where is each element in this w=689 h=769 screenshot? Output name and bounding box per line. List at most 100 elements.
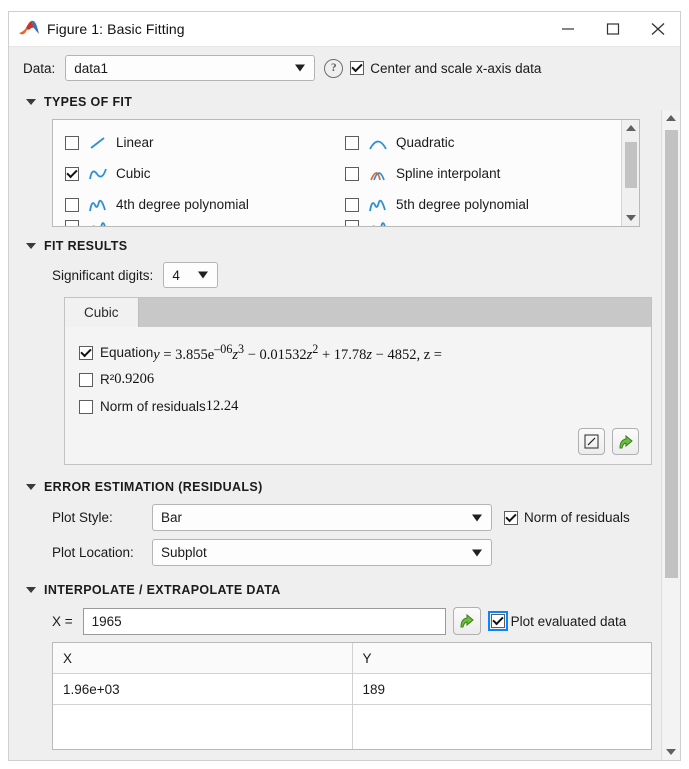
fit-option-partial-left-label — [116, 220, 120, 227]
fit-list-scroll-thumb[interactable] — [625, 142, 637, 188]
collapse-triangle-icon — [26, 587, 36, 593]
fit-results-title: FIT RESULTS — [44, 239, 127, 253]
fit-results-tabstrip: Cubic — [65, 298, 651, 327]
fit-option-spline-label: Spline interpolant — [396, 166, 500, 181]
x-input-value: 1965 — [92, 614, 122, 629]
main-scroll-thumb[interactable] — [665, 130, 678, 578]
fit-results-actions — [65, 426, 651, 464]
poly5-fit-icon — [367, 197, 389, 213]
close-icon — [650, 22, 666, 36]
export-fit-button[interactable] — [612, 428, 639, 455]
plot-location-row: Plot Location: Subplot — [9, 535, 680, 570]
significant-digits-label: Significant digits: — [52, 268, 153, 283]
plot-evaluated-checkbox-box — [491, 614, 505, 628]
scroll-up-icon — [626, 125, 636, 131]
help-question-icon[interactable]: ? — [324, 59, 343, 78]
r2-checkbox[interactable] — [79, 373, 93, 387]
result-row-equation: Equation y = 3.855e–06z3 − 0.01532z2 + 1… — [79, 339, 651, 366]
plot-style-row: Plot Style: Bar Norm of residuals — [9, 500, 680, 535]
result-row-norm: Norm of residuals 12.24 — [79, 393, 651, 420]
norm-residuals-checkbox[interactable]: Norm of residuals — [504, 510, 630, 525]
poly4-fit-icon — [87, 197, 109, 213]
fit-option-poly5[interactable]: 5th degree polynomial — [345, 189, 639, 220]
equation-label: Equation — [100, 345, 153, 360]
fit-option-quadratic[interactable]: Quadratic — [345, 127, 639, 158]
chevron-down-icon — [198, 272, 208, 279]
scroll-down-icon — [626, 215, 636, 221]
collapse-triangle-icon — [26, 99, 36, 105]
collapse-triangle-icon — [26, 243, 36, 249]
poly7-fit-icon — [367, 220, 389, 227]
table-row-empty[interactable] — [53, 705, 651, 749]
title-bar: Figure 1: Basic Fitting — [9, 12, 680, 47]
table-cell-empty-x — [53, 705, 353, 749]
main-scroll-down-button[interactable] — [662, 744, 680, 760]
table-header-y: Y — [353, 643, 652, 674]
norm-residuals-label: Norm of residuals — [524, 510, 630, 525]
evaluate-button[interactable] — [453, 607, 481, 635]
center-scale-label: Center and scale x-axis data — [370, 61, 541, 76]
plot-evaluated-checkbox[interactable]: Plot evaluated data — [491, 614, 627, 629]
table-cell-empty-y — [353, 705, 652, 749]
plot-style-select[interactable]: Bar — [152, 504, 492, 531]
fit-option-poly5-label: 5th degree polynomial — [396, 197, 529, 212]
fit-option-poly4[interactable]: 4th degree polynomial — [65, 189, 345, 220]
basic-fitting-window: Figure 1: Basic Fitting Data: data1 ? Ce… — [8, 11, 681, 761]
table-header-row: X Y — [53, 643, 651, 674]
scroll-up-icon — [666, 115, 676, 121]
main-scroll-up-button[interactable] — [662, 110, 680, 126]
data-select[interactable]: data1 — [65, 55, 315, 81]
spline-fit-icon — [367, 166, 389, 182]
fit-option-cubic[interactable]: Cubic — [65, 158, 345, 189]
window-controls — [545, 12, 680, 46]
data-row: Data: data1 ? Center and scale x-axis da… — [9, 47, 680, 89]
fit-options-grid: Linear Quadratic Cubic Spline interpolan… — [53, 120, 639, 227]
fit-option-cubic-checkbox — [65, 167, 79, 181]
fit-option-partial-left[interactable] — [65, 220, 345, 227]
types-of-fit-list: Linear Quadratic Cubic Spline interpolan… — [52, 119, 640, 227]
norm-checkbox[interactable] — [79, 400, 93, 414]
interpolate-header[interactable]: INTERPOLATE / EXTRAPOLATE DATA — [9, 577, 680, 603]
fit-option-partial-right[interactable] — [345, 220, 639, 227]
matlab-membrane-icon — [18, 20, 40, 38]
plot-location-select[interactable]: Subplot — [152, 539, 492, 566]
fit-option-linear[interactable]: Linear — [65, 127, 345, 158]
maximize-button[interactable] — [590, 12, 635, 46]
fit-list-scroll-up-button[interactable] — [622, 120, 639, 136]
r2-value-wrap: 0.9206 — [114, 371, 486, 388]
collapse-triangle-icon — [26, 484, 36, 490]
fit-option-poly4-label: 4th degree polynomial — [116, 197, 249, 212]
fit-option-linear-label: Linear — [116, 135, 154, 150]
significant-digits-select[interactable]: 4 — [163, 262, 218, 288]
evaluated-data-table: X Y 1.96e+03 189 — [52, 642, 652, 750]
chevron-down-icon — [295, 65, 305, 72]
fit-option-poly4-checkbox — [65, 198, 79, 212]
fit-option-quadratic-checkbox — [345, 136, 359, 150]
tab-cubic[interactable]: Cubic — [65, 298, 139, 327]
fit-option-spline[interactable]: Spline interpolant — [345, 158, 639, 189]
fit-results-header[interactable]: FIT RESULTS — [9, 233, 680, 259]
types-of-fit-header[interactable]: TYPES OF FIT — [9, 89, 680, 115]
fit-list-scroll-down-button[interactable] — [622, 210, 639, 226]
close-button[interactable] — [635, 12, 680, 46]
x-input[interactable]: 1965 — [83, 608, 446, 635]
fit-option-poly5-checkbox — [345, 198, 359, 212]
fit-list-scrollbar[interactable] — [621, 120, 639, 226]
fit-option-linear-checkbox — [65, 136, 79, 150]
scroll-down-icon — [666, 749, 676, 755]
error-estimation-header[interactable]: ERROR ESTIMATION (RESIDUALS) — [9, 474, 680, 500]
main-scrollbar[interactable] — [661, 110, 680, 760]
tab-cubic-label: Cubic — [84, 305, 119, 320]
center-scale-checkbox[interactable]: Center and scale x-axis data — [350, 61, 541, 76]
window-title: Figure 1: Basic Fitting — [47, 21, 185, 37]
plot-evaluated-label: Plot evaluated data — [511, 614, 627, 629]
minimize-button[interactable] — [545, 12, 590, 46]
quadratic-fit-icon — [367, 135, 389, 151]
r2-label: R² — [100, 372, 114, 387]
table-cell-x: 1.96e+03 — [53, 674, 353, 705]
x-input-row: X = 1965 Plot evaluated data — [9, 603, 680, 639]
minimize-icon — [561, 23, 575, 35]
expand-button[interactable] — [578, 428, 605, 455]
table-row[interactable]: 1.96e+03 189 — [53, 674, 651, 705]
equation-checkbox[interactable] — [79, 346, 93, 360]
